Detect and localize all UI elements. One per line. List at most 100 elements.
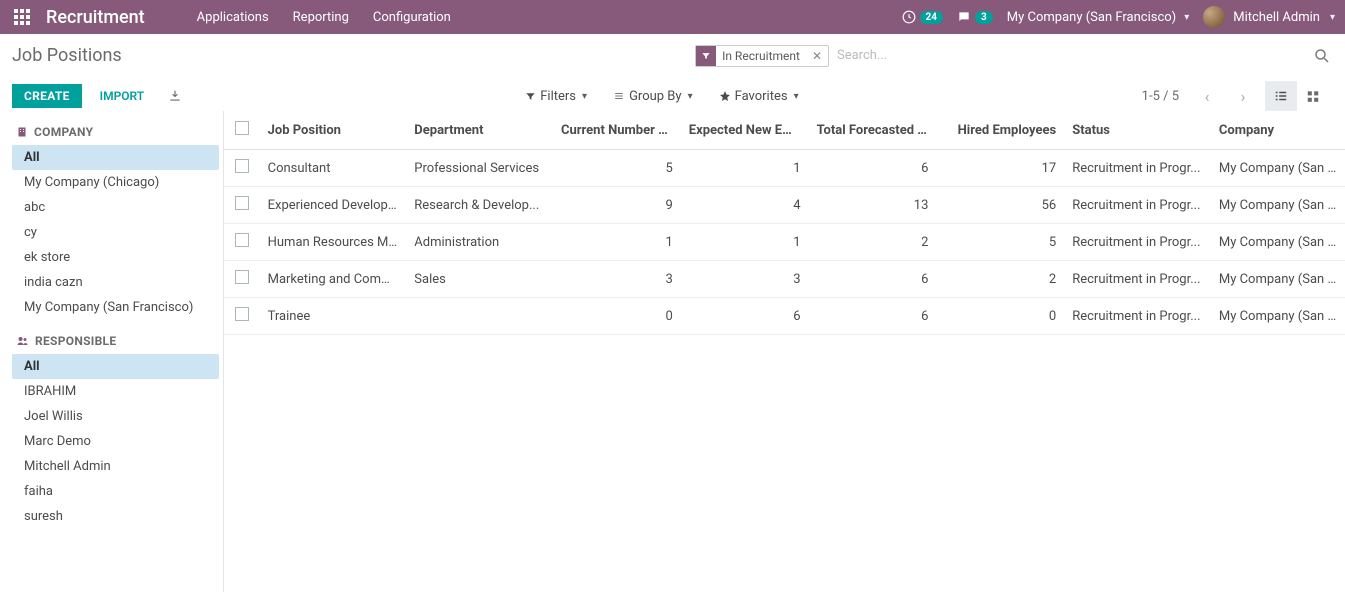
list-view-button[interactable] [1265,81,1297,111]
cell-current: 1 [553,224,681,261]
table-row[interactable]: Marketing and Comm...Sales3362Recruitmen… [224,261,1345,298]
company-switcher[interactable]: My Company (San Francisco)▾ [1007,10,1189,25]
sidebar-header-responsible: RESPONSIBLE [8,328,223,354]
list-icon [613,91,625,101]
chevron-down-icon: ▾ [688,91,693,102]
sidebar-item-company[interactable]: All [12,145,219,170]
cell-expected: 4 [681,187,809,224]
cell-company: My Company (San ... [1211,261,1345,298]
menu-applications[interactable]: Applications [185,0,281,34]
import-button[interactable]: IMPORT [88,84,157,108]
sidebar-item-responsible[interactable]: Marc Demo [12,429,219,454]
table-row[interactable]: Trainee0660Recruitment in Progr...My Com… [224,298,1345,335]
table-row[interactable]: ConsultantProfessional Services51617Recr… [224,150,1345,187]
sidebar-item-company[interactable]: abc [12,195,219,220]
table-row[interactable]: Experienced DeveloperResearch & Develop.… [224,187,1345,224]
cell-department: Sales [406,261,553,298]
user-menu[interactable]: Mitchell Admin▾ [1203,6,1335,28]
row-checkbox[interactable] [235,196,249,210]
filter-icon [696,46,716,66]
people-icon [16,335,29,347]
control-panel: Job Positions In Recruitment ✕ CREATE IM… [0,34,1345,111]
sidebar-item-company[interactable]: My Company (Chicago) [12,170,219,195]
sidebar-item-company[interactable]: My Company (San Francisco) [12,295,219,320]
sidebar-item-responsible[interactable]: Joel Willis [12,404,219,429]
chat-icon [957,10,971,24]
cell-department: Research & Develop... [406,187,553,224]
cell-company: My Company (San ... [1211,298,1345,335]
avatar [1203,6,1225,28]
cell-status: Recruitment in Progr... [1064,261,1211,298]
cell-current: 5 [553,150,681,187]
cell-hired: 17 [936,150,1064,187]
sidebar-item-responsible[interactable]: Mitchell Admin [12,454,219,479]
page-title: Job Positions [12,45,122,66]
download-icon[interactable] [168,89,182,103]
cell-expected: 1 [681,150,809,187]
col-header-status[interactable]: Status [1064,111,1211,150]
cell-hired: 56 [936,187,1064,224]
col-header-expected[interactable]: Expected New Emp... [681,111,809,150]
app-title[interactable]: Recruitment [46,7,145,28]
cell-status: Recruitment in Progr... [1064,298,1211,335]
row-checkbox[interactable] [235,233,249,247]
messaging-indicator[interactable]: 3 [957,10,993,24]
groupby-button[interactable]: Group By ▾ [613,89,693,104]
sidebar-item-company[interactable]: india cazn [12,270,219,295]
sidebar-company-label: COMPANY [34,125,93,139]
cell-job: Consultant [260,150,407,187]
row-checkbox[interactable] [235,307,249,321]
sidebar-item-company[interactable]: cy [12,220,219,245]
col-header-hired[interactable]: Hired Employees [936,111,1064,150]
col-header-department[interactable]: Department [406,111,553,150]
pager[interactable]: 1-5 / 5 [1142,89,1179,104]
facet-label: In Recruitment [716,49,806,63]
row-checkbox[interactable] [235,159,249,173]
col-header-forecast[interactable]: Total Forecasted E... [809,111,937,150]
menu-reporting[interactable]: Reporting [281,0,361,34]
sidebar-item-responsible[interactable]: suresh [12,504,219,529]
select-all-checkbox[interactable] [235,121,249,135]
user-name: Mitchell Admin [1233,10,1320,25]
search-bar: In Recruitment ✕ [695,44,1329,67]
search-icon[interactable] [1313,47,1331,65]
col-header-current[interactable]: Current Number of ... [553,111,681,150]
cell-status: Recruitment in Progr... [1064,224,1211,261]
col-header-company[interactable]: Company [1211,111,1345,150]
table-header-row: Job Position Department Current Number o… [224,111,1345,150]
favorites-button[interactable]: Favorites▾ [719,89,799,104]
data-table: Job Position Department Current Number o… [224,111,1345,592]
cell-forecast: 6 [809,298,937,335]
cell-forecast: 6 [809,261,937,298]
col-header-job[interactable]: Job Position [260,111,407,150]
cell-job: Marketing and Comm... [260,261,407,298]
sidebar-item-company[interactable]: ek store [12,245,219,270]
activity-indicator[interactable]: 24 [902,10,943,24]
search-facet[interactable]: In Recruitment ✕ [695,45,829,67]
facet-remove-icon[interactable]: ✕ [806,49,828,63]
cell-department: Administration [406,224,553,261]
table-row[interactable]: Human Resources M...Administration1125Re… [224,224,1345,261]
favorites-label: Favorites [735,89,788,104]
sidebar-item-responsible[interactable]: IBRAHIM [12,379,219,404]
cell-hired: 5 [936,224,1064,261]
row-checkbox[interactable] [235,270,249,284]
page-next-button[interactable]: › [1229,82,1257,110]
cell-status: Recruitment in Progr... [1064,150,1211,187]
sidebar-responsible-label: RESPONSIBLE [35,334,116,348]
company-name: My Company (San Francisco) [1007,10,1176,25]
sidebar-item-responsible[interactable]: faiha [12,479,219,504]
create-button[interactable]: CREATE [12,84,82,108]
cell-job: Human Resources M... [260,224,407,261]
search-input[interactable] [829,44,1329,67]
apps-menu-icon[interactable] [10,5,34,29]
page-prev-button[interactable]: ‹ [1193,82,1221,110]
main-content: COMPANY AllMy Company (Chicago)abccyek s… [0,111,1345,592]
cell-forecast: 6 [809,150,937,187]
groupby-label: Group By [629,89,682,104]
kanban-view-button[interactable] [1297,81,1329,111]
filters-button[interactable]: Filters▾ [525,89,587,104]
kanban-icon [1305,89,1321,103]
menu-configuration[interactable]: Configuration [361,0,463,34]
sidebar-item-responsible[interactable]: All [12,354,219,379]
